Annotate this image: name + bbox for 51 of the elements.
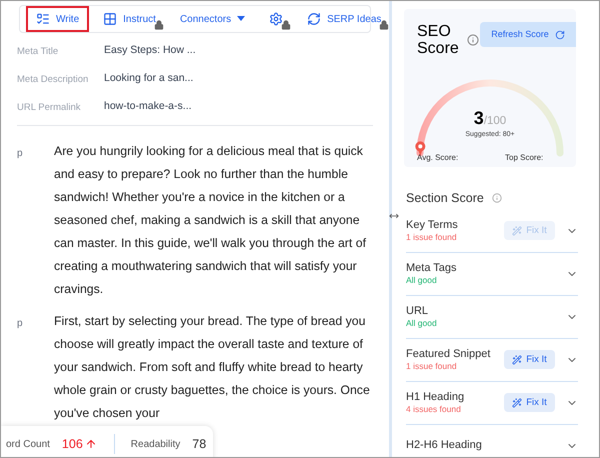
meta-label: Meta Description: [17, 74, 90, 84]
refresh-score-button[interactable]: Refresh Score: [480, 22, 576, 47]
meta-value[interactable]: Easy Steps: How ...: [104, 43, 196, 59]
toolbar-tab[interactable]: Instruct: [93, 6, 166, 32]
block-tag: p: [1, 140, 54, 301]
refresh-icon: [554, 30, 565, 40]
section-name: Featured Snippet: [406, 348, 492, 361]
readability-label: Readability: [130, 438, 180, 452]
word-count: 106: [62, 434, 97, 454]
info-icon[interactable]: [467, 34, 479, 46]
toolbar-tab[interactable]: Write: [26, 6, 90, 32]
section-score-title: Section Score: [406, 190, 484, 207]
section-name: URL: [406, 304, 430, 318]
meta-value[interactable]: how-to-make-a-s...: [104, 99, 192, 115]
block-tag: p: [1, 310, 54, 425]
readability-score: 78: [192, 436, 206, 453]
avg-score-label: Avg. Score:: [417, 152, 458, 164]
meta-label: Meta Title: [17, 46, 60, 56]
refresh-icon: [307, 12, 322, 26]
caret-icon: [237, 16, 246, 22]
section-name: H1 Heading: [406, 390, 466, 404]
word-count-label: ord Count: [6, 438, 50, 452]
section-name: Meta Tags: [406, 262, 458, 275]
section-status: All good: [406, 318, 438, 329]
resize-icon[interactable]: [389, 211, 399, 221]
top-score-label: Top Score:: [505, 152, 544, 164]
paragraph[interactable]: First, start by selecting your bread. The type of bread you choose will greatly impact the overall taste and texture of your sandwich. From soft and fluffy white bread to hearty whole grain or crusty baguettes, the choice is yours. Once you've chosen your: [54, 310, 382, 425]
section-name: H2-H6 Heading: [406, 439, 483, 452]
meta-label: URL Permalink: [17, 102, 82, 112]
wand-icon: [512, 398, 522, 408]
section-status: All good: [406, 274, 438, 286]
lock-icon: [379, 20, 390, 30]
lock-icon: [281, 20, 292, 30]
wand-icon: [512, 354, 522, 365]
meta-value[interactable]: Looking for a san...: [104, 71, 194, 87]
section-name: Key Terms: [406, 218, 459, 232]
paragraph[interactable]: Are you hungrily looking for a delicious meal that is quick and easy to prepare? Look no further than the humble sandwich! Whether you're a novice in the kitchen or a seasoned chef, making a sandwich is a skill that anyone can master. In this guide, we'll walk you through the art of creating a mouthwatering sandwich that will satisfy your cravings.: [54, 140, 382, 301]
section-status: 4 issues found: [406, 404, 462, 415]
toolbar-tab[interactable]: SERP Ideas: [297, 6, 392, 32]
toolbar-tab[interactable]: Connectors: [170, 6, 256, 32]
score-value: 3/100: [474, 108, 506, 130]
section-status: 1 issue found: [406, 232, 458, 243]
fix-it-button[interactable]: Fix It: [504, 393, 555, 412]
fix-it-button[interactable]: Fix It: [504, 350, 555, 370]
info-icon[interactable]: [492, 193, 502, 204]
arrow-up-icon: [84, 438, 97, 450]
settings-icon: [269, 12, 284, 26]
grid-icon: [103, 12, 118, 26]
section-status: 1 issue found: [406, 360, 458, 372]
seo-score-title: SEO Score: [417, 23, 460, 57]
wand-icon: [512, 226, 522, 236]
